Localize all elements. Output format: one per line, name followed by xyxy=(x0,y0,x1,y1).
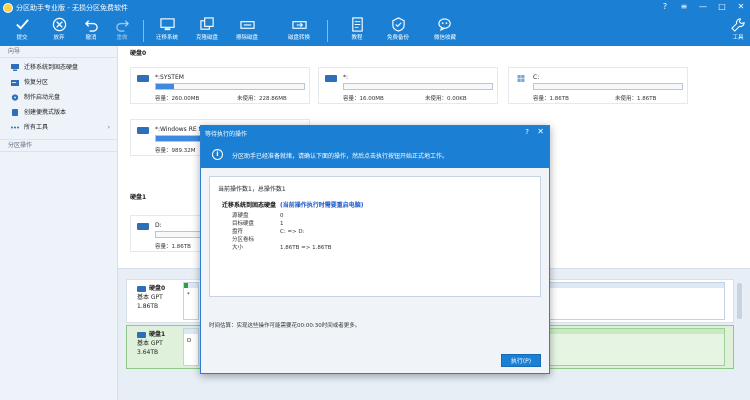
operation-detail-row: 分区卷标 xyxy=(232,237,255,243)
operations-list: 当前操作数1，总操作数1 迁移系统到固态硬盘 (当前操作执行时需要重启电脑) 源硬… xyxy=(209,176,541,297)
drive-icon xyxy=(137,75,149,82)
usage-bar xyxy=(343,83,493,90)
close-icon[interactable]: ✕ xyxy=(537,127,544,136)
disk-map-partition[interactable]: D xyxy=(183,328,199,366)
wrench-icon xyxy=(730,18,745,32)
redo-icon xyxy=(115,20,129,32)
drive-icon xyxy=(137,127,149,134)
toolbar-separator xyxy=(327,20,328,42)
portable-icon xyxy=(12,109,18,116)
tutorial-button[interactable]: 教程 xyxy=(339,15,375,45)
discard-icon xyxy=(52,17,66,32)
boot-disc-icon xyxy=(11,94,19,101)
commit-button[interactable]: 提交 xyxy=(4,15,40,45)
clone-disk-button[interactable]: 克隆磁盘 xyxy=(189,15,225,45)
wechat-icon xyxy=(437,18,451,32)
sidebar-item-recover-partition[interactable]: 恢复分区 xyxy=(0,75,117,90)
tutorial-icon xyxy=(351,17,363,32)
disk-info: 硬盘1 基本 GPT 3.64TB xyxy=(137,331,166,356)
maximize-button[interactable]: □ xyxy=(717,2,727,11)
menu-button[interactable]: ≡ xyxy=(679,2,689,11)
toolbar-separator xyxy=(143,20,144,42)
execute-button[interactable]: 执行(P) xyxy=(501,354,541,367)
free-backup-button[interactable]: 免费备份 xyxy=(380,15,416,45)
operation-detail-row: 大小 1.86TB => 1.86TB xyxy=(232,245,332,251)
wechat-button[interactable]: 微信收藏 xyxy=(427,15,463,45)
usage-bar xyxy=(533,83,683,90)
disk-info: 硬盘0 基本 GPT 1.86TB xyxy=(137,285,166,310)
sidebar-header-wizard[interactable]: 向导 xyxy=(0,46,117,58)
window-title: 分区助手专业版 - 无损分区免费软件 xyxy=(16,4,128,12)
sidebar-item-portable[interactable]: 创建便携式版本 xyxy=(0,105,117,120)
toolbar: 提交 放弃 撤消 重做 迁移系统 克隆磁盘 擦除磁盘 磁盘转换 教程 免费备份 … xyxy=(0,15,750,46)
disk-icon xyxy=(137,331,146,338)
disk-convert-button[interactable]: 磁盘转换 xyxy=(281,15,317,45)
sidebar-item-all-tools[interactable]: 所有工具 › xyxy=(0,120,117,135)
minimize-button[interactable]: — xyxy=(698,2,708,11)
title-bar: 分区助手专业版 - 无损分区免费软件 ? ≡ — □ ✕ xyxy=(0,0,750,15)
app-logo-icon xyxy=(3,3,13,13)
drive-icon xyxy=(137,223,149,230)
banner-message: 分区助手已经准备就绪，请确认下面的操作，然后点击执行按钮开始正式地工作。 xyxy=(232,153,449,160)
clone-disk-icon xyxy=(199,17,214,30)
operation-count: 当前操作数1，总操作数1 xyxy=(218,186,286,193)
sidebar-item-migrate-ssd[interactable]: 迁移系统到固态硬盘 xyxy=(0,60,117,75)
tools-button[interactable]: 工具 xyxy=(727,15,749,45)
undo-icon xyxy=(84,20,98,32)
sidebar-list: 迁移系统到固态硬盘 恢复分区 制作启动光盘 创建便携式版本 所有工具 › xyxy=(0,58,117,140)
pending-operations-dialog: 等待执行的操作 ? ✕ i 分区助手已经准备就绪，请确认下面的操作，然后点击执行… xyxy=(200,125,550,374)
operation-detail-row: 源硬盘 0 xyxy=(232,213,284,219)
operation-detail-row: 盘符 C: => D: xyxy=(232,229,305,235)
window-controls: ? ≡ — □ ✕ xyxy=(660,2,746,11)
partition-card[interactable]: C: 容量：1.86TB 未使用：1.86TB xyxy=(508,67,688,104)
dialog-title-bar: 等待执行的操作 ? ✕ xyxy=(201,126,549,140)
wipe-disk-button[interactable]: 擦除磁盘 xyxy=(229,15,265,45)
tools-icon xyxy=(11,126,19,129)
usage-bar xyxy=(155,83,305,90)
migrate-os-button[interactable]: 迁移系统 xyxy=(149,15,185,45)
sidebar: 向导 迁移系统到固态硬盘 恢复分区 制作启动光盘 创建便携式版本 所有工具 › … xyxy=(0,46,118,400)
dialog-banner: i 分区助手已经准备就绪，请确认下面的操作，然后点击执行按钮开始正式地工作。 xyxy=(201,140,549,168)
sidebar-item-boot-disc[interactable]: 制作启动光盘 xyxy=(0,90,117,105)
help-button[interactable]: ? xyxy=(660,2,670,11)
partition-card[interactable]: *:SYSTEM 容量：260.00MB 未使用：228.86MB xyxy=(130,67,310,104)
wipe-disk-icon xyxy=(239,21,255,29)
scrollbar[interactable] xyxy=(737,283,742,319)
disk-icon xyxy=(137,285,146,292)
discard-button[interactable]: 放弃 xyxy=(41,15,77,45)
partition-card[interactable]: *: 容量：16.00MB 未使用：0.00KB xyxy=(318,67,498,104)
close-button[interactable]: ✕ xyxy=(736,2,746,11)
chevron-right-icon: › xyxy=(107,124,110,131)
disk-map-partition[interactable]: * xyxy=(183,282,199,320)
disk-heading: 硬盘0 xyxy=(130,50,147,57)
top-bar: 分区助手专业版 - 无损分区免费软件 ? ≡ — □ ✕ 提交 放弃 撤消 重做 xyxy=(0,0,750,46)
windows-icon xyxy=(517,75,525,82)
redo-button[interactable]: 重做 xyxy=(104,15,140,45)
check-icon xyxy=(15,19,29,30)
migrate-icon xyxy=(11,64,19,71)
sidebar-header-partition-ops[interactable]: 分区操作 xyxy=(0,140,117,152)
migrate-os-icon xyxy=(159,18,175,31)
disk-convert-icon xyxy=(291,21,307,29)
recover-icon xyxy=(11,80,19,86)
time-estimate: 时间估算：实现这些操作可能需要花00:00:30时间或者更多。 xyxy=(209,323,361,329)
disk-heading: 硬盘1 xyxy=(130,194,147,201)
operation-title: 迁移系统到固态硬盘 (当前操作执行时需要重启电脑) xyxy=(222,202,364,209)
operation-detail-row: 目标硬盘 1 xyxy=(232,221,284,227)
help-icon[interactable]: ? xyxy=(525,128,529,136)
restart-warning: (当前操作执行时需要重启电脑) xyxy=(280,202,364,209)
drive-icon xyxy=(325,75,337,82)
info-icon: i xyxy=(212,149,223,160)
dialog-title: 等待执行的操作 xyxy=(205,131,248,138)
backup-icon xyxy=(391,17,405,32)
